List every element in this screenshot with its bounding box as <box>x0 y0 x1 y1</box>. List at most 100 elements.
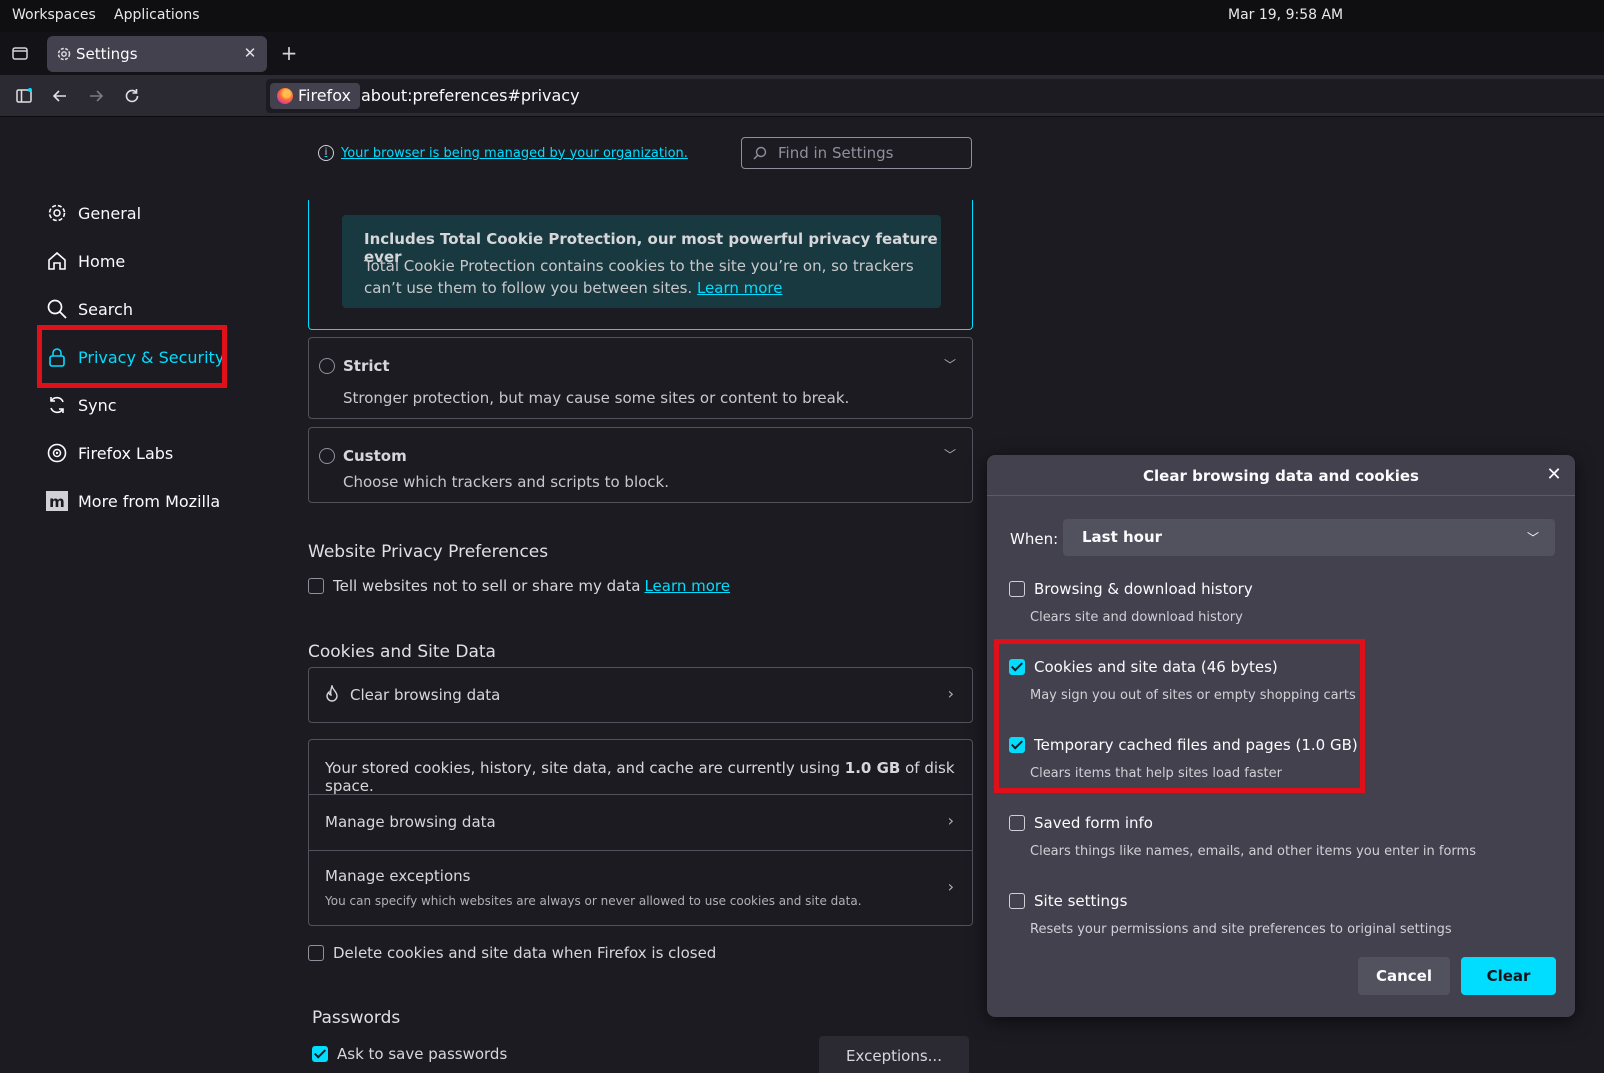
system-clock: Mar 19, 9:58 AM <box>1228 7 1344 23</box>
standard-protection-card: Includes Total Cookie Protection, our mo… <box>308 200 973 330</box>
when-label: When: <box>1010 530 1059 548</box>
storage-size: 1.0 GB <box>844 759 901 777</box>
form-info-description: Clears things like names, emails, and ot… <box>1030 844 1476 859</box>
labs-icon <box>45 441 69 465</box>
firefox-logo-icon <box>277 88 293 104</box>
manage-exceptions-row[interactable]: Manage exceptions You can specify which … <box>309 851 972 927</box>
search-icon <box>45 297 69 321</box>
chevron-down-icon[interactable]: ﹀ <box>944 356 956 373</box>
cancel-button[interactable]: Cancel <box>1358 957 1450 995</box>
url-text[interactable]: about:preferences#privacy <box>361 86 580 105</box>
home-icon <box>45 249 69 273</box>
workspaces-menu[interactable]: Workspaces <box>12 7 96 23</box>
back-arrow-icon <box>52 90 66 102</box>
chevron-down-icon[interactable]: ﹀ <box>944 446 956 463</box>
custom-description: Choose which trackers and scripts to blo… <box>343 473 669 491</box>
clear-browsing-data-row[interactable]: Clear browsing data › <box>308 667 973 723</box>
navigation-toolbar: Firefox about:preferences#privacy <box>0 75 1604 117</box>
passwords-heading: Passwords <box>312 1008 401 1028</box>
time-range-select[interactable]: Last hour ﹀ <box>1063 519 1555 556</box>
reload-icon <box>125 89 139 103</box>
form-info-label: Saved form info <box>1034 814 1153 832</box>
ask-save-passwords-row[interactable]: Ask to save passwords <box>312 1045 507 1063</box>
option-site-settings[interactable]: Site settings Resets your permissions an… <box>1009 892 1452 937</box>
strict-radio[interactable] <box>319 358 335 374</box>
close-icon[interactable]: ✕ <box>1543 464 1565 486</box>
delete-on-close-label: Delete cookies and site data when Firefo… <box>333 944 717 962</box>
tab-strip: Settings ✕ + <box>0 32 1604 75</box>
search-icon <box>753 145 767 164</box>
managed-notice-link[interactable]: Your browser is being managed by your or… <box>341 146 688 161</box>
custom-radio[interactable] <box>319 448 335 464</box>
ask-save-passwords-checkbox[interactable] <box>312 1046 328 1062</box>
back-button[interactable] <box>46 82 74 110</box>
browsing-history-checkbox[interactable] <box>1009 581 1025 597</box>
sidebar-item-label: Home <box>78 251 126 271</box>
gear-icon <box>45 201 69 225</box>
applications-menu[interactable]: Applications <box>114 7 200 23</box>
strict-option-card[interactable]: Strict Stronger protection, but may caus… <box>308 337 973 419</box>
manage-exceptions-label: Manage exceptions <box>325 867 471 885</box>
sidebar-item-label: Search <box>78 299 133 319</box>
managed-notice[interactable]: i Your browser is being managed by your … <box>318 145 688 161</box>
option-saved-form-info[interactable]: Saved form info Clears things like names… <box>1009 814 1476 859</box>
manage-exceptions-description: You can specify which websites are alway… <box>325 894 862 908</box>
site-settings-label: Site settings <box>1034 892 1128 910</box>
clear-button[interactable]: Clear <box>1461 957 1556 995</box>
sidebar-toggle-button[interactable] <box>10 82 38 110</box>
reload-button[interactable] <box>118 82 146 110</box>
sidebar-item-more-from-mozilla[interactable]: m More from Mozilla <box>45 481 220 521</box>
sidebar-icon <box>16 88 32 103</box>
sidebar-item-search[interactable]: Search <box>45 289 133 329</box>
sidebar-item-home[interactable]: Home <box>45 241 125 281</box>
strict-description: Stronger protection, but may cause some … <box>343 389 850 407</box>
site-settings-checkbox[interactable] <box>1009 893 1025 909</box>
identity-box[interactable]: Firefox <box>270 83 360 109</box>
browsing-history-description: Clears site and download history <box>1030 610 1243 625</box>
custom-title: Custom <box>343 447 407 465</box>
tab-title: Settings <box>76 45 138 63</box>
password-exceptions-button[interactable]: Exceptions... <box>819 1036 969 1073</box>
custom-option-card[interactable]: Custom Choose which trackers and scripts… <box>308 427 973 503</box>
settings-search-box[interactable] <box>741 137 972 169</box>
sidebar-item-label: Firefox Labs <box>78 443 174 463</box>
do-not-sell-checkbox[interactable] <box>308 578 324 594</box>
tab-overview-button[interactable] <box>6 39 34 67</box>
delete-on-close-checkbox[interactable] <box>308 945 324 961</box>
close-tab-icon[interactable]: ✕ <box>241 44 259 62</box>
tab-settings[interactable]: Settings ✕ <box>47 36 267 72</box>
flame-icon <box>325 683 339 707</box>
new-tab-button[interactable]: + <box>275 39 303 67</box>
storage-text-pre: Your stored cookies, history, site data,… <box>325 759 841 777</box>
sidebar-item-sync[interactable]: Sync <box>45 385 117 425</box>
gear-icon <box>57 47 71 61</box>
site-settings-description: Resets your permissions and site prefere… <box>1030 922 1452 937</box>
chevron-down-icon: ﹀ <box>1526 531 1539 545</box>
delete-on-close-row[interactable]: Delete cookies and site data when Firefo… <box>308 944 716 962</box>
manage-browsing-data-label: Manage browsing data <box>325 813 496 831</box>
sidebar-item-firefox-labs[interactable]: Firefox Labs <box>45 433 173 473</box>
tcp-description: Total Cookie Protection contains cookies… <box>364 257 914 297</box>
browsing-history-label: Browsing & download history <box>1034 580 1253 598</box>
wpp-learn-more-link[interactable]: Learn more <box>644 577 730 595</box>
option-browsing-history[interactable]: Browsing & download history Clears site … <box>1009 580 1253 625</box>
form-info-checkbox[interactable] <box>1009 815 1025 831</box>
tab-overview-icon <box>12 47 28 60</box>
total-cookie-protection-box: Includes Total Cookie Protection, our mo… <box>342 215 941 308</box>
selected-options-highlight-box <box>994 639 1365 793</box>
info-icon: i <box>318 145 334 161</box>
svg-text:m: m <box>49 493 65 511</box>
url-bar[interactable]: Firefox about:preferences#privacy <box>266 79 1604 113</box>
privacy-highlight-box <box>37 325 227 388</box>
sidebar-item-general[interactable]: General <box>45 193 141 233</box>
dialog-divider <box>987 495 1575 496</box>
do-not-sell-row[interactable]: Tell websites not to sell or share my da… <box>308 577 730 595</box>
tcp-text: Total Cookie Protection contains cookies… <box>364 255 924 299</box>
forward-button[interactable] <box>82 82 110 110</box>
tcp-learn-more-link[interactable]: Learn more <box>697 279 783 297</box>
identity-label: Firefox <box>298 86 351 105</box>
mozilla-icon: m <box>45 489 69 513</box>
settings-search-input[interactable] <box>778 138 968 168</box>
manage-browsing-data-row[interactable]: Manage browsing data › <box>309 795 972 850</box>
sync-icon <box>45 393 69 417</box>
